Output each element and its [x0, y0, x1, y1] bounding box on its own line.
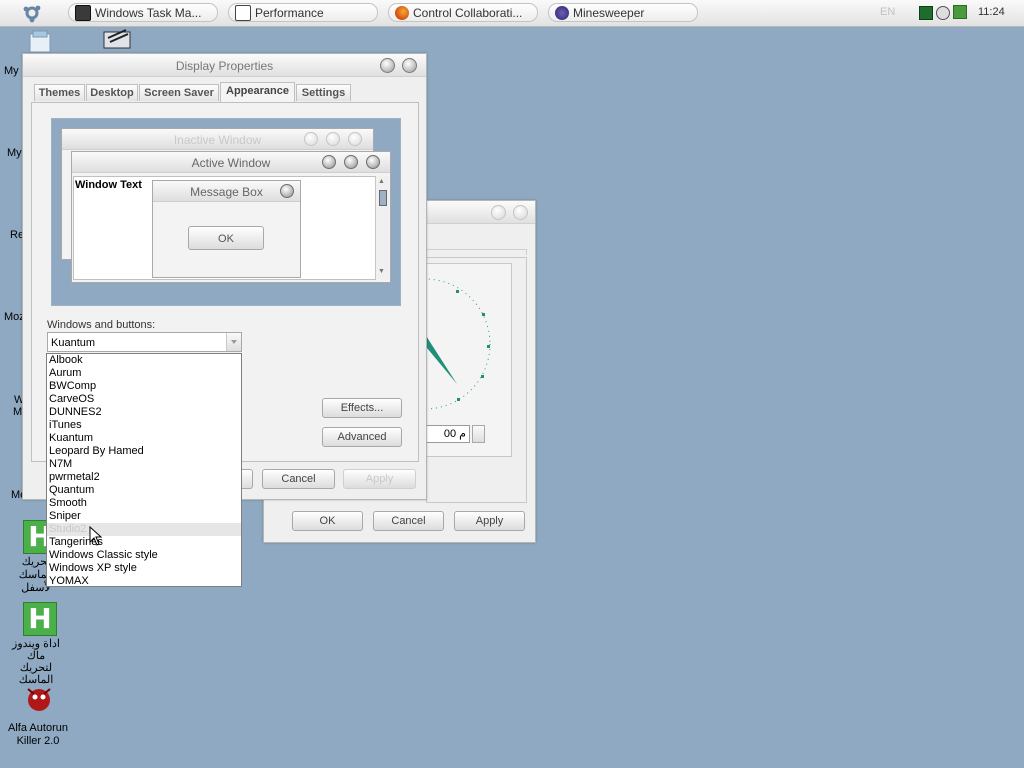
apply-button[interactable]: Apply — [343, 469, 416, 489]
effects-button[interactable]: Effects... — [322, 398, 402, 418]
analog-clock — [425, 262, 511, 412]
time-spinner[interactable] — [472, 425, 485, 443]
close-icon[interactable] — [402, 58, 417, 73]
tab-settings[interactable]: Settings — [296, 84, 351, 101]
task-label: Performance — [255, 5, 324, 20]
task-button-task-manager[interactable]: Windows Task Ma... — [68, 3, 218, 22]
mac-tool-icon[interactable]: H — [23, 602, 57, 636]
windows-buttons-label: Windows and buttons: — [47, 319, 156, 331]
language-indicator[interactable]: EN — [880, 6, 895, 18]
style-option[interactable]: BWComp — [47, 380, 241, 393]
preview-message-box: Message Box OK — [152, 180, 301, 278]
mine-icon — [555, 5, 569, 20]
preview-minimize-icon — [304, 132, 318, 146]
my-computer-icon[interactable] — [100, 26, 136, 52]
start-menu-icon[interactable] — [20, 3, 44, 23]
style-option[interactable]: iTunes — [47, 419, 241, 432]
style-option[interactable]: Sniper — [47, 510, 241, 523]
style-option[interactable]: pwrmetal2 — [47, 471, 241, 484]
preview-message-box-title: Message Box — [190, 185, 263, 199]
task-label: Minesweeper — [573, 5, 645, 20]
back-cancel-button[interactable]: Cancel — [373, 511, 444, 531]
window-title: Display Properties — [175, 59, 274, 73]
tab-themes[interactable]: Themes — [34, 84, 85, 101]
taskbar-clock[interactable]: 11:24 — [978, 6, 1005, 18]
preview-message-box-titlebar: Message Box — [153, 181, 300, 202]
tab-screen-saver[interactable]: Screen Saver — [139, 84, 219, 101]
autorun-killer-label[interactable]: Alfa Autorun Killer 2.0 — [2, 722, 74, 748]
network-icon[interactable] — [919, 6, 933, 20]
tab-desktop[interactable]: Desktop — [86, 84, 138, 101]
minimize-icon[interactable] — [491, 205, 506, 220]
preview-maximize-icon — [344, 155, 358, 169]
selected-style-value: Kuantum — [51, 337, 96, 349]
firefox-icon — [395, 5, 409, 20]
chevron-down-icon[interactable] — [226, 333, 241, 351]
preview-maximize-icon — [326, 132, 340, 146]
taskbar: Windows Task Ma... Performance Control C… — [0, 0, 1024, 27]
clock-hand — [425, 334, 457, 384]
style-dropdown-list[interactable]: Albook Aurum BWComp CarveOS DUNNES2 iTun… — [46, 353, 242, 587]
style-option[interactable]: Smooth — [47, 497, 241, 510]
my-documents-icon[interactable] — [24, 30, 54, 54]
scroll-up-icon: ▲ — [378, 178, 385, 185]
task-label: Control Collaborati... — [413, 5, 523, 20]
autorun-killer-label-line2: Killer 2.0 — [16, 735, 60, 747]
preview-minimize-icon — [322, 155, 336, 169]
preview-close-icon — [366, 155, 380, 169]
style-option[interactable]: CarveOS — [47, 393, 241, 406]
performance-chart-icon — [235, 4, 251, 21]
mouse-cursor-icon — [89, 525, 103, 546]
preview-ok-button: OK — [188, 226, 264, 250]
preview-scrollbar: ▲ ▼ — [375, 176, 389, 279]
style-option[interactable]: Quantum — [47, 484, 241, 497]
scroll-down-icon: ▼ — [378, 268, 385, 275]
appearance-preview: Inactive Window Active Window Window Tex… — [51, 118, 401, 306]
style-option[interactable]: N7M — [47, 458, 241, 471]
help-icon[interactable] — [380, 58, 395, 73]
autorun-killer-label-line1: Alfa Autorun — [8, 722, 68, 734]
style-option[interactable]: Windows Classic style — [47, 549, 241, 562]
back-ok-button[interactable]: OK — [292, 511, 363, 531]
style-option[interactable]: YOMAX — [47, 575, 241, 588]
money-icon[interactable] — [953, 5, 967, 19]
background-tab-strip — [426, 249, 527, 255]
desktop-label-m[interactable]: M — [13, 406, 22, 418]
task-label: Windows Task Ma... — [95, 5, 202, 20]
style-option[interactable]: Aurum — [47, 367, 241, 380]
style-option[interactable]: Windows XP style — [47, 562, 241, 575]
preview-scroll-thumb — [379, 190, 387, 206]
advanced-button[interactable]: Advanced — [322, 427, 402, 447]
desktop-label-my-computer[interactable]: My — [7, 147, 22, 159]
task-button-performance[interactable]: Performance — [228, 3, 378, 22]
display-properties-titlebar[interactable]: Display Properties — [23, 54, 426, 77]
smiley-icon[interactable] — [936, 6, 950, 20]
monitor-icon — [75, 4, 91, 21]
mac-tool-label-line1: اداة ويندوز ماك — [12, 638, 60, 662]
cancel-button[interactable]: Cancel — [262, 469, 335, 489]
mac-tool-label-line2: لتحريك الماسك — [18, 662, 54, 686]
windows-buttons-style-select[interactable]: Kuantum — [47, 332, 242, 352]
preview-active-window: Active Window Window Text ▲ ▼ Message Bo — [71, 151, 391, 283]
style-option[interactable]: Albook — [47, 354, 241, 367]
maximize-icon[interactable] — [513, 205, 528, 220]
style-option-hovered[interactable]: Studio2 — [47, 523, 241, 536]
preview-close-icon — [280, 184, 294, 198]
style-option[interactable]: DUNNES2 — [47, 406, 241, 419]
preview-inactive-titlebar: Inactive Window — [62, 129, 373, 150]
task-button-minesweeper[interactable]: Minesweeper — [548, 3, 698, 22]
preview-active-title: Active Window — [191, 156, 271, 170]
back-apply-button[interactable]: Apply — [454, 511, 525, 531]
task-button-firefox[interactable]: Control Collaborati... — [388, 3, 538, 22]
mac-tool-label[interactable]: اداة ويندوز ماك لتحريك الماسك — [4, 638, 68, 686]
style-option[interactable]: Tangerines — [47, 536, 241, 549]
preview-active-titlebar: Active Window — [72, 152, 390, 173]
style-option[interactable]: Leopard By Hamed — [47, 445, 241, 458]
autorun-killer-icon[interactable] — [22, 684, 56, 714]
tab-appearance[interactable]: Appearance — [220, 82, 295, 102]
style-option[interactable]: Kuantum — [47, 432, 241, 445]
time-field[interactable]: م 00 — [426, 425, 470, 443]
preview-window-text: Window Text — [75, 179, 142, 191]
preview-close-icon — [348, 132, 362, 146]
